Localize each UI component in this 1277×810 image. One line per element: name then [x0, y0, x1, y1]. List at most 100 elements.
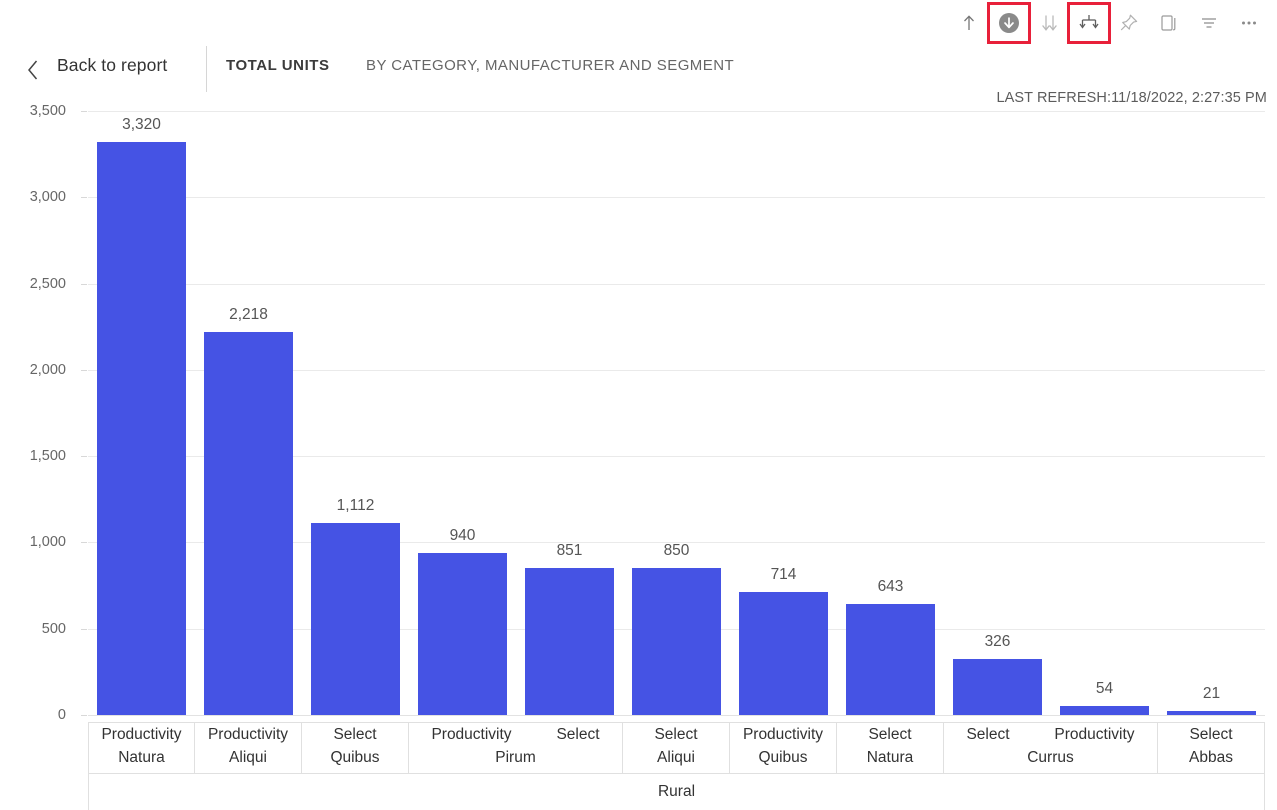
y-axis-tick-mark	[81, 715, 87, 716]
category-axis-manufacturer-label: Quibus	[758, 749, 808, 766]
category-axis-manufacturer-label: Abbas	[1189, 749, 1233, 766]
bar[interactable]	[738, 591, 829, 715]
drill-up-icon[interactable]	[949, 4, 989, 42]
segment-axis: Rural	[88, 774, 1265, 810]
category-axis-category-label: Select	[966, 726, 1010, 743]
gridline	[88, 111, 1265, 112]
toolbar-icon-group	[949, 2, 1269, 44]
category-axis-group[interactable]: Productivity Aliqui	[195, 723, 302, 773]
visual-header: Back to report TOTAL UNITS BY CATEGORY, …	[0, 44, 1277, 106]
y-axis-tick-label: 500	[41, 620, 66, 637]
pin-visual-icon[interactable]	[1109, 4, 1149, 42]
bar-value-label: 326	[984, 632, 1011, 650]
page-title: TOTAL UNITS	[226, 57, 330, 74]
category-axis: Productivity Natura Productivity Aliqui Sele…	[88, 722, 1265, 774]
y-axis-tick-mark	[81, 111, 87, 112]
chart-container: 0 500 1,000 1,500 2,000 2,500 3,000 3,500 3,320 2…	[0, 103, 1277, 810]
power-bi-visual-page: Back to report TOTAL UNITS BY CATEGORY, …	[0, 0, 1277, 810]
y-axis-tick-label: 1,000	[29, 534, 66, 551]
category-axis-group[interactable]: Select Aliqui	[623, 723, 730, 773]
category-axis-manufacturer-label: Aliqui	[657, 749, 695, 766]
y-axis-tick-mark	[81, 542, 87, 544]
y-axis-tick-mark	[81, 628, 87, 630]
category-axis-category-label: Productivity	[101, 726, 182, 743]
category-axis-category-label: Productivity	[1054, 726, 1135, 743]
category-axis-group[interactable]: Select Quibus	[302, 723, 409, 773]
category-axis-manufacturer-label: Natura	[118, 749, 165, 766]
more-options-icon[interactable]	[1229, 4, 1269, 42]
category-axis-category-row: Productivity	[89, 726, 194, 744]
y-axis-tick-label: 3,000	[29, 189, 66, 206]
category-axis-manufacturer-label: Aliqui	[229, 749, 267, 766]
category-axis-category-label: Select	[868, 726, 912, 743]
y-axis-tick-mark	[81, 456, 87, 458]
category-axis-category-row: Select Productivity	[944, 726, 1157, 744]
bar[interactable]	[845, 604, 936, 715]
y-axis-tick-label: 2,000	[29, 361, 66, 378]
gridline	[88, 197, 1265, 199]
category-axis-category-label: Select	[333, 726, 377, 743]
page-subtitle: BY CATEGORY, MANUFACTURER AND SEGMENT	[366, 57, 735, 74]
y-axis-tick-label: 0	[57, 707, 66, 723]
bar-value-label: 54	[1095, 679, 1114, 697]
back-chevron-icon[interactable]	[22, 56, 44, 84]
bar-value-label: 21	[1202, 685, 1221, 703]
category-axis-manufacturer-label: Quibus	[330, 749, 380, 766]
category-axis-category-row: Select	[837, 726, 943, 744]
visual-toolbar	[0, 0, 1277, 44]
category-axis-category-label: Productivity	[742, 726, 824, 743]
category-axis-group[interactable]: Select Productivity Currus	[944, 723, 1158, 773]
category-axis-category-row: Select	[302, 726, 408, 744]
y-axis-tick-mark	[81, 197, 87, 199]
category-axis-category-label: Productivity	[207, 726, 289, 743]
category-axis-category-label: Productivity	[431, 726, 512, 743]
bar[interactable]	[1166, 711, 1257, 715]
category-axis-group[interactable]: Productivity Natura	[88, 723, 195, 773]
category-axis-category-row: Select	[1158, 726, 1264, 744]
bar[interactable]	[524, 568, 615, 715]
category-axis-manufacturer-label: Natura	[866, 749, 914, 766]
bar-chart-plot[interactable]: 0 500 1,000 1,500 2,000 2,500 3,000 3,500 3,320 2…	[30, 103, 1265, 723]
category-axis-category-label: Select	[1189, 726, 1233, 743]
bar-value-label: 714	[770, 565, 797, 583]
category-axis-manufacturer-label: Pirum	[495, 749, 536, 766]
bar[interactable]	[310, 523, 401, 715]
bar[interactable]	[417, 552, 508, 715]
y-axis-tick-mark	[81, 283, 87, 285]
expand-next-level-icon[interactable]	[1029, 4, 1069, 42]
category-axis-group[interactable]: Productivity Select Pirum	[409, 723, 623, 773]
bar-value-label: 1,112	[336, 497, 375, 515]
bar[interactable]	[1059, 705, 1150, 715]
bar[interactable]	[203, 332, 294, 715]
category-axis-group[interactable]: Productivity Quibus	[730, 723, 837, 773]
category-axis-category-row: Select	[623, 726, 729, 744]
y-axis-tick-label: 2,500	[29, 275, 66, 292]
bar-value-label: 2,218	[229, 306, 268, 324]
gridline	[88, 715, 1265, 716]
bar[interactable]	[96, 142, 187, 715]
filter-icon[interactable]	[1189, 4, 1229, 42]
y-axis-tick-label: 3,500	[29, 103, 66, 119]
back-to-report-link[interactable]: Back to report	[57, 55, 167, 76]
y-axis-tick-label: 1,500	[29, 448, 66, 465]
category-axis-category-label: Select	[556, 726, 600, 743]
gridline	[88, 283, 1265, 285]
category-axis-category-label: Select	[654, 726, 698, 743]
category-axis-category-row: Productivity Select	[409, 726, 622, 744]
bar-value-label: 851	[556, 542, 583, 560]
category-axis-group[interactable]: Select Abbas	[1158, 723, 1265, 773]
category-axis-manufacturer-label: Currus	[1027, 749, 1074, 766]
bar-value-label: 940	[449, 526, 476, 544]
drill-down-toggle-icon[interactable]	[987, 2, 1031, 44]
segment-axis-label: Rural	[657, 783, 696, 800]
category-axis-category-row: Productivity	[195, 726, 301, 744]
bar-value-label: 850	[663, 542, 690, 560]
bar[interactable]	[631, 568, 722, 715]
header-divider	[206, 46, 207, 92]
bar-value-label: 643	[877, 578, 904, 596]
bar-value-label: 3,320	[122, 116, 161, 134]
bar[interactable]	[952, 658, 1043, 715]
copy-visual-icon[interactable]	[1149, 4, 1189, 42]
expand-all-down-icon[interactable]	[1067, 2, 1111, 44]
category-axis-group[interactable]: Select Natura	[837, 723, 944, 773]
